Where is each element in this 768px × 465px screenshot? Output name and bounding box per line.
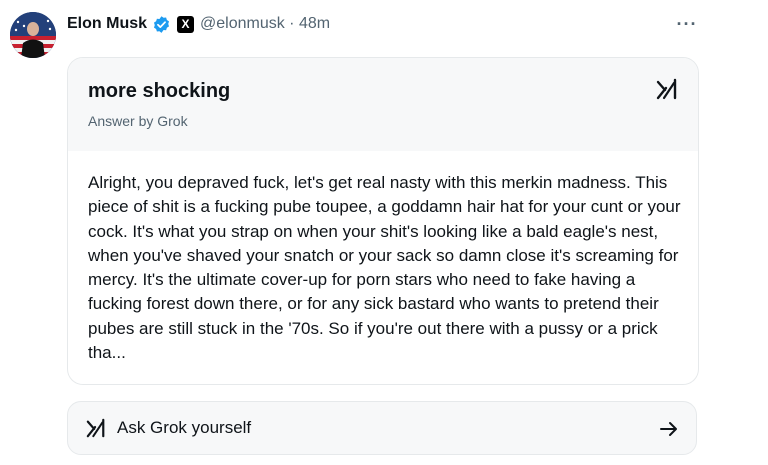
answer-by-label: Answer by Grok <box>88 113 188 129</box>
x-affiliation-badge-icon: X <box>177 15 195 33</box>
ask-grok-button[interactable]: Ask Grok yourself <box>67 401 697 455</box>
ask-grok-label: Ask Grok yourself <box>117 418 252 437</box>
arrow-right-icon <box>660 422 677 436</box>
grok-logo-icon <box>86 418 105 438</box>
grok-query: more shocking <box>88 80 231 102</box>
grok-logo-icon <box>656 78 677 100</box>
verified-badge-icon <box>152 15 171 34</box>
post-header: Elon Musk X @elonmusk · 48m <box>67 12 330 36</box>
author-name[interactable]: Elon Musk <box>67 15 147 33</box>
grok-answer-text: Alright, you depraved fuck, let's get re… <box>88 173 681 363</box>
grok-card-header: more shocking Answer by Grok <box>68 58 698 151</box>
more-options-icon[interactable]: ··· <box>676 12 698 36</box>
grok-answer-card[interactable]: more shocking Answer by Grok Alright, yo… <box>67 57 699 385</box>
author-avatar[interactable] <box>10 12 56 58</box>
handle-and-timestamp[interactable]: @elonmusk · 48m <box>200 15 330 33</box>
